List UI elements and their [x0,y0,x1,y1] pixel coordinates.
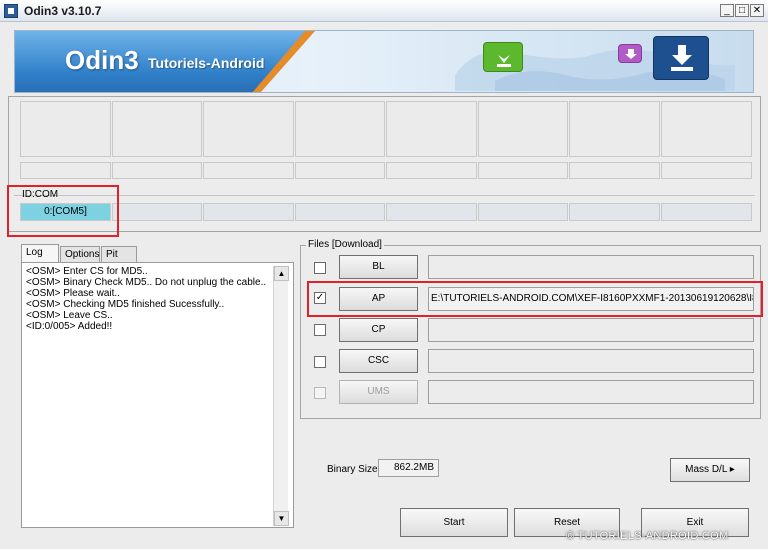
banner-subtitle: Tutoriels-Android [148,55,265,71]
watermark: © TUTORIELS-ANDROID.COM [566,530,729,542]
progress-bar-3 [203,162,294,179]
com-port-cell-4 [295,203,385,221]
com-port-cell-8 [661,203,752,221]
com-port-cell-2 [112,203,202,221]
csc-checkbox[interactable] [314,356,326,368]
progress-bar-4 [295,162,385,179]
log-text: <OSM> Enter CS for MD5.. <OSM> Binary Ch… [26,266,276,332]
cp-path-field[interactable] [428,318,754,342]
device-slot-4 [295,101,385,157]
cp-button[interactable]: CP [339,318,418,342]
scroll-up-icon[interactable]: ▲ [274,266,289,281]
log-line: <OSM> Checking MD5 finished Sucessfully.… [26,299,225,310]
log-line: <OSM> Leave CS.. [26,310,113,321]
banner-title: Odin3 [65,45,139,75]
ums-path-field[interactable] [428,380,754,404]
log-line: <ID:0/005> Added!! [26,321,113,332]
progress-bar-5 [386,162,477,179]
tab-log[interactable]: Log [21,244,59,262]
idcom-divider [14,195,755,196]
mass-dl-button[interactable]: Mass D/L ▸ [670,458,750,482]
maximize-button[interactable]: □ [735,4,749,17]
log-line: <OSM> Binary Check MD5.. Do not unplug t… [26,277,267,288]
csc-button[interactable]: CSC [339,349,418,373]
com-port-cell-7 [569,203,660,221]
files-group-label: Files [Download] [306,239,384,250]
download-purple-icon [618,44,642,63]
start-button[interactable]: Start [400,508,508,537]
device-slot-3 [203,101,294,157]
progress-bar-6 [478,162,568,179]
tab-pit[interactable]: Pit [101,246,137,262]
ap-highlight-box [307,281,763,317]
scroll-down-icon[interactable]: ▼ [274,511,289,526]
progress-bar-7 [569,162,660,179]
com-port-cell-3 [203,203,294,221]
title-bar [0,0,768,22]
device-slot-1 [20,101,111,157]
com-port-cell-6 [478,203,568,221]
bl-path-field[interactable] [428,255,754,279]
device-slot-2 [112,101,202,157]
download-blue-icon [653,36,709,80]
minimize-button[interactable]: _ [720,4,734,17]
close-button[interactable]: ✕ [750,4,764,17]
csc-path-field[interactable] [428,349,754,373]
device-slot-7 [569,101,660,157]
bl-button[interactable]: BL [339,255,418,279]
progress-bar-1 [20,162,111,179]
ums-checkbox[interactable] [314,387,326,399]
log-line: <OSM> Enter CS for MD5.. [26,266,148,277]
com-port-cell-5 [386,203,477,221]
cp-checkbox[interactable] [314,324,326,336]
idcom-highlight-box [7,185,119,237]
header-banner: Odin3 Tutoriels-Android [14,30,754,93]
progress-bar-2 [112,162,202,179]
ums-button[interactable]: UMS [339,380,418,404]
device-slot-8 [661,101,752,157]
odin-app-icon[interactable] [4,4,18,18]
log-line: <OSM> Please wait.. [26,288,120,299]
bl-checkbox[interactable] [314,262,326,274]
binary-size-label: Binary Size [327,464,378,475]
log-scrollbar[interactable]: ▲ ▼ [273,266,289,526]
download-green-icon [483,42,523,72]
device-slot-6 [478,101,568,157]
binary-size-value: 862.2MB [378,459,439,477]
window-title: Odin3 v3.10.7 [24,4,102,18]
progress-bar-8 [661,162,752,179]
device-slot-5 [386,101,477,157]
tab-options[interactable]: Options [60,246,100,262]
